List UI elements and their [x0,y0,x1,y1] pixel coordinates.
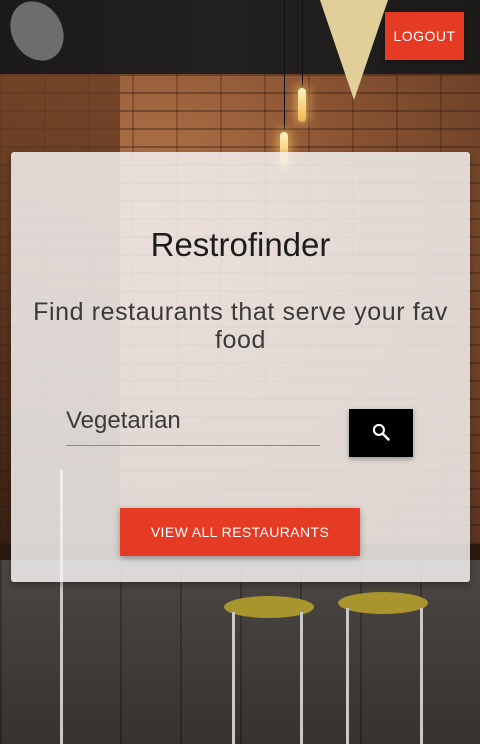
light-bulb [298,88,306,122]
search-button[interactable] [349,409,413,457]
stool-seat [338,592,428,614]
floor [0,560,480,744]
search-card: Restrofinder Find restaurants that serve… [11,152,470,582]
lamp-wire [302,0,303,86]
stool-leg [346,608,349,744]
search-icon [371,422,391,445]
page-subtitle: Find restaurants that serve your fav foo… [33,298,448,354]
ceiling-light-beam [320,0,388,100]
view-all-restaurants-button[interactable]: VIEW ALL RESTAURANTS [120,508,360,556]
search-input[interactable] [66,397,320,446]
page-title: Restrofinder [150,226,331,263]
stool-leg [232,612,235,744]
logout-button[interactable]: LOGOUT [385,12,464,60]
lamp-wire [284,0,285,130]
stool-leg [420,608,423,744]
stool-leg [300,612,303,744]
